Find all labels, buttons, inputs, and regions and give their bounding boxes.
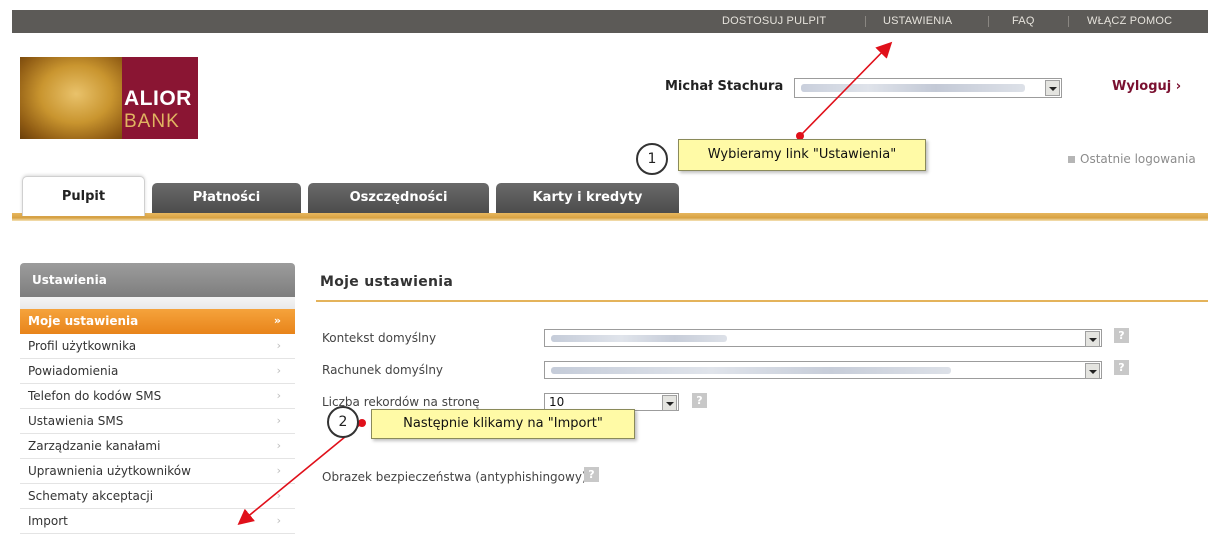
last-logins-link[interactable]: Ostatnie logowania <box>1068 152 1196 166</box>
sidebar-item-label: Powiadomienia <box>28 364 119 378</box>
lock-icon <box>1068 156 1075 163</box>
logo-text-alior: ALIOR <box>124 87 192 110</box>
settings-link[interactable]: USTAWIENIA <box>883 10 952 33</box>
sidebar-item-powiadomienia[interactable]: Powiadomienia › <box>20 359 295 384</box>
sidebar-item-moje-ustawienia[interactable]: Moje ustawienia » <box>20 309 295 334</box>
sidebar-item-ustawienia-sms[interactable]: Ustawienia SMS › <box>20 409 295 434</box>
sidebar-item-profil-uzytkownika[interactable]: Profil użytkownika › <box>20 334 295 359</box>
dropdown-arrow-icon[interactable] <box>662 395 677 411</box>
sidebar-header: Ustawienia <box>20 263 295 297</box>
blurred-value <box>551 335 727 342</box>
logo-text-bank: BANK <box>124 111 180 132</box>
chevron-right-icon: › <box>276 464 281 477</box>
alior-bank-logo[interactable]: ALIOR BANK <box>20 57 198 139</box>
sidebar-item-label: Schematy akceptacji <box>28 489 154 503</box>
callout-step-2: Następnie klikamy na "Import" <box>371 409 635 439</box>
help-icon[interactable]: ? <box>1114 360 1129 375</box>
blurred-value <box>801 84 1025 92</box>
sidebar-item-zarzadzanie-kanalami[interactable]: Zarządzanie kanałami › <box>20 434 295 459</box>
chevron-right-icon: » <box>273 314 281 327</box>
sidebar-item-label: Ustawienia SMS <box>28 414 124 428</box>
sidebar-item-label: Uprawnienia użytkowników <box>28 464 191 478</box>
help-icon[interactable]: ? <box>1114 328 1129 343</box>
help-icon[interactable]: ? <box>584 467 599 482</box>
sidebar-item-label: Profil użytkownika <box>28 339 137 353</box>
chevron-right-icon: › <box>276 514 281 527</box>
title-underline <box>316 300 1208 302</box>
arrow-origin-dot <box>358 419 366 427</box>
sidebar-item-schematy-akceptacji[interactable]: Schematy akceptacji › <box>20 484 295 509</box>
separator <box>988 16 989 27</box>
dropdown-arrow-icon[interactable] <box>1085 363 1100 379</box>
sidebar-item-import[interactable]: Import › <box>20 509 295 534</box>
step-1-number: 1 <box>636 143 668 175</box>
logout-link[interactable]: Wyloguj › <box>1112 79 1181 94</box>
sidebar-item-label: Telefon do kodów SMS <box>28 389 162 403</box>
top-navigation-bar: DOSTOSUJ PULPIT USTAWIENIA FAQ WŁĄCZ POM… <box>12 10 1208 33</box>
dropdown-arrow-icon[interactable] <box>1085 331 1100 347</box>
page-title: Moje ustawienia <box>320 274 454 290</box>
step-2-number: 2 <box>327 406 359 438</box>
context-select-header[interactable] <box>794 78 1062 98</box>
separator <box>1068 16 1069 27</box>
chevron-right-icon: › <box>276 489 281 502</box>
logo-face-emblem <box>20 57 122 139</box>
chevron-right-icon: › <box>276 389 281 402</box>
default-context-select[interactable] <box>544 329 1102 347</box>
sidebar-item-uprawnienia[interactable]: Uprawnienia użytkowników › <box>20 459 295 484</box>
dropdown-arrow-icon[interactable] <box>1045 80 1060 96</box>
records-per-page-value: 10 <box>549 395 565 409</box>
default-account-select[interactable] <box>544 361 1102 379</box>
customize-dashboard-link[interactable]: DOSTOSUJ PULPIT <box>722 10 826 33</box>
last-logins-label: Ostatnie logowania <box>1080 152 1196 166</box>
sidebar-item-label: Moje ustawienia <box>28 314 139 328</box>
security-image-label: Obrazek bezpieczeństwa (antyphishingowy) <box>322 470 587 484</box>
chevron-right-icon: › <box>276 439 281 452</box>
faq-link[interactable]: FAQ <box>1012 10 1035 33</box>
tab-underline <box>12 213 1208 221</box>
default-context-label: Kontekst domyślny <box>322 331 437 345</box>
sidebar-item-label: Import <box>28 514 68 528</box>
help-icon[interactable]: ? <box>692 393 707 408</box>
blurred-value <box>551 367 951 374</box>
callout-step-1: Wybieramy link "Ustawienia" <box>678 139 926 171</box>
tab-pulpit[interactable]: Pulpit <box>22 176 145 216</box>
user-name: Michał Stachura <box>665 79 784 94</box>
default-account-label: Rachunek domyślny <box>322 363 444 377</box>
chevron-right-icon: › <box>276 339 281 352</box>
tab-oszczednosci[interactable]: Oszczędności <box>308 183 489 213</box>
enable-help-link[interactable]: WŁĄCZ POMOC <box>1087 10 1172 33</box>
separator <box>865 16 866 27</box>
sidebar-item-telefon-sms[interactable]: Telefon do kodów SMS › <box>20 384 295 409</box>
sidebar-title: Ustawienia <box>32 273 107 287</box>
tab-platnosci[interactable]: Płatności <box>152 183 301 213</box>
chevron-right-icon: › <box>276 414 281 427</box>
sidebar-item-label: Zarządzanie kanałami <box>28 439 161 453</box>
sidebar-divider <box>20 297 295 309</box>
chevron-right-icon: › <box>276 364 281 377</box>
tab-karty-i-kredyty[interactable]: Karty i kredyty <box>496 183 679 213</box>
